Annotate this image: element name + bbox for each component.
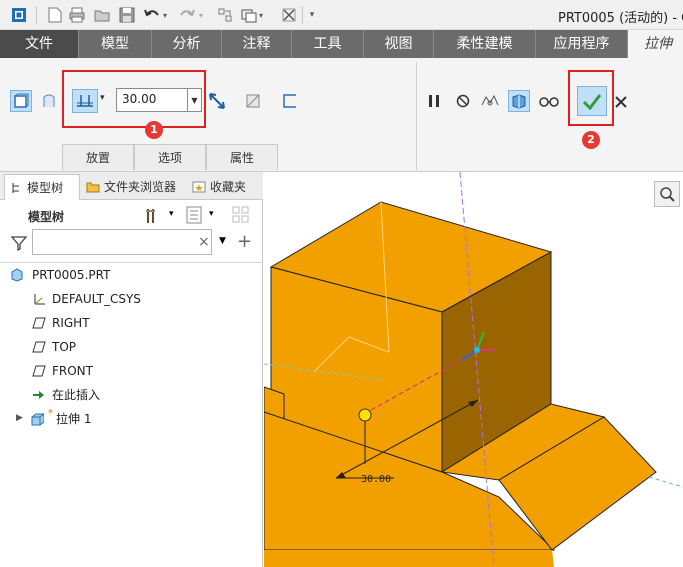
- tab-analysis[interactable]: 分析: [152, 30, 222, 58]
- highlight-box-depth: [62, 70, 206, 128]
- subtab-options[interactable]: 选项: [134, 144, 206, 170]
- undo-dropdown-icon[interactable]: ▾: [160, 6, 170, 24]
- windows-dropdown-icon[interactable]: ▾: [256, 6, 266, 24]
- new-file-icon[interactable]: [46, 6, 64, 24]
- folder-icon: [86, 180, 100, 194]
- tree-settings-icon[interactable]: [144, 206, 164, 226]
- thicken-sketch-button[interactable]: [279, 90, 301, 112]
- model-tree-icon: [10, 181, 24, 195]
- tab-folder-browser[interactable]: 文件夹浏览器: [82, 174, 182, 200]
- model-tree-search-input[interactable]: [32, 229, 212, 255]
- tree-filter-grid-icon[interactable]: [232, 206, 252, 226]
- tab-flexible-modeling[interactable]: 柔性建模: [434, 30, 536, 58]
- tree-settings-dropdown-icon[interactable]: ▾: [169, 209, 174, 219]
- filter-funnel-icon[interactable]: [10, 235, 28, 252]
- tab-annotate[interactable]: 注释: [222, 30, 292, 58]
- surface-extrude-button[interactable]: [38, 90, 60, 112]
- search-dropdown-icon[interactable]: ▼: [219, 236, 226, 246]
- regenerate-icon[interactable]: [216, 6, 234, 24]
- tab-extrude[interactable]: 拉伸: [628, 30, 683, 58]
- close-window-icon[interactable]: [280, 6, 298, 24]
- clear-search-icon[interactable]: ×: [198, 234, 210, 250]
- highlight-box-confirm: [568, 70, 614, 126]
- tree-item-top[interactable]: TOP: [52, 337, 76, 357]
- tree-item-extrude-1[interactable]: 拉伸 1: [56, 409, 91, 429]
- redo-icon[interactable]: [178, 6, 196, 24]
- csys-icon: [32, 292, 46, 306]
- tree-item-part[interactable]: PRT0005.PRT: [32, 265, 110, 285]
- subtab-properties[interactable]: 属性: [206, 144, 278, 170]
- verify-mode-button[interactable]: [538, 90, 560, 112]
- undo-icon[interactable]: [143, 6, 161, 24]
- part-icon: [10, 268, 24, 282]
- save-icon[interactable]: [118, 6, 136, 24]
- zoom-view-button[interactable]: [654, 181, 680, 207]
- flip-direction-button[interactable]: [206, 90, 228, 112]
- redo-dropdown-icon[interactable]: ▾: [196, 6, 206, 24]
- graphics-window[interactable]: 30.00: [264, 172, 683, 567]
- pause-button[interactable]: [423, 90, 445, 112]
- customize-toolbar-icon[interactable]: ▾: [306, 6, 318, 24]
- add-filter-icon[interactable]: +: [237, 231, 252, 252]
- separate-preview-button[interactable]: [479, 90, 501, 112]
- insert-here-arrow-icon: [32, 388, 46, 402]
- solid-extrude-button[interactable]: [10, 90, 32, 112]
- expand-arrow-icon[interactable]: ▶: [16, 413, 23, 423]
- quick-access-toolbar: ▾ ▾ ▾ ▾ PRT0005 (活动的) - C: [0, 0, 683, 30]
- model-tree-title: 模型树: [28, 210, 65, 224]
- show-dropdown-icon[interactable]: ▾: [209, 209, 214, 219]
- datum-plane-icon: [32, 340, 46, 354]
- new-feature-marker: *: [48, 408, 53, 419]
- subtab-placement[interactable]: 放置: [62, 144, 134, 170]
- show-icon[interactable]: [186, 206, 204, 226]
- datum-plane-icon: [32, 364, 46, 378]
- datum-plane-icon: [32, 316, 46, 330]
- tab-model-tree[interactable]: 模型树: [4, 174, 80, 200]
- navigator-tabs: 模型树 文件夹浏览器 收藏夹: [0, 172, 263, 200]
- tree-item-default-csys[interactable]: DEFAULT_CSYS: [52, 289, 141, 309]
- tree-item-front[interactable]: FRONT: [52, 361, 93, 381]
- callout-1: 1: [145, 121, 163, 139]
- tab-view[interactable]: 视图: [364, 30, 434, 58]
- tab-tools[interactable]: 工具: [292, 30, 364, 58]
- tab-file[interactable]: 文件: [0, 30, 79, 58]
- open-folder-icon[interactable]: [93, 6, 111, 24]
- attached-preview-button[interactable]: [508, 90, 530, 112]
- tree-item-right[interactable]: RIGHT: [52, 313, 90, 333]
- tab-model[interactable]: 模型: [79, 30, 152, 58]
- window-title: PRT0005 (活动的) - C: [558, 11, 683, 26]
- print-icon[interactable]: [68, 6, 86, 24]
- no-preview-button[interactable]: [452, 90, 474, 112]
- favorites-icon: [192, 180, 206, 194]
- ribbon-tab-bar: 文件 模型 分析 注释 工具 视图 柔性建模 应用程序 拉伸: [0, 30, 683, 58]
- extrude-feature-icon: [30, 412, 44, 426]
- tab-applications[interactable]: 应用程序: [536, 30, 628, 58]
- tree-item-insert-here[interactable]: 在此插入: [52, 385, 100, 405]
- callout-2: 2: [582, 131, 600, 149]
- model-3d-view: 30.00: [264, 172, 683, 567]
- remove-material-button[interactable]: [242, 90, 264, 112]
- tab-favorites[interactable]: 收藏夹: [188, 174, 260, 200]
- depth-dimension-label[interactable]: 30.00: [361, 474, 391, 485]
- app-icon[interactable]: [10, 6, 28, 24]
